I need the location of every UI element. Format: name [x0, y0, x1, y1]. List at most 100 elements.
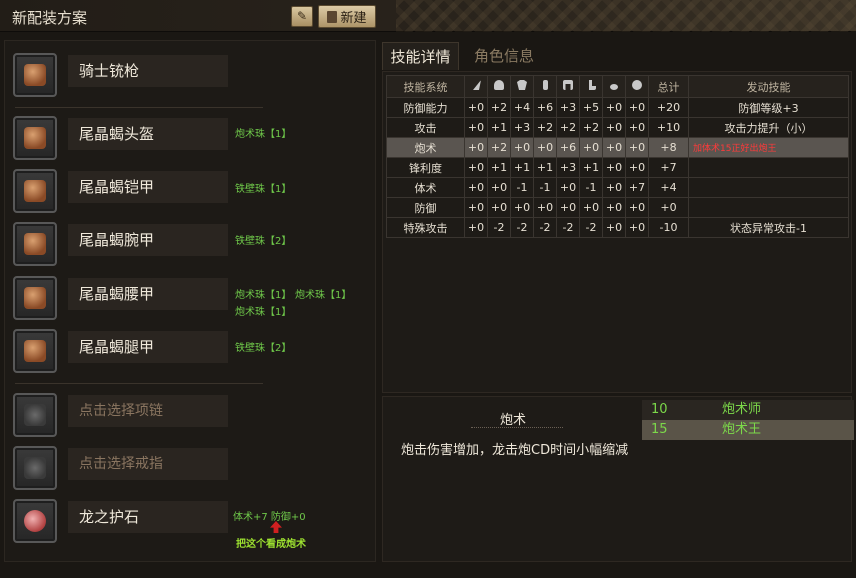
divider — [15, 383, 263, 384]
skill-value-cell: -1 — [510, 177, 534, 198]
chest-armor-icon — [13, 169, 57, 213]
pencil-icon: ✎ — [296, 9, 308, 23]
skill-value-cell: +0 — [464, 117, 488, 138]
skill-value-cell: -2 — [533, 217, 557, 238]
tab-skill-details[interactable]: 技能详情 — [382, 42, 459, 70]
header-activated-skill: 发动技能 — [688, 75, 849, 98]
skill-value-cell: +0 — [464, 197, 488, 218]
skill-level-points: 15 — [651, 422, 668, 437]
skill-value-cell: +0 — [625, 117, 649, 138]
skill-level-points: 10 — [651, 402, 668, 417]
skill-value-cell: -2 — [487, 217, 511, 238]
edit-button[interactable]: ✎ — [291, 6, 313, 27]
skill-value-cell: +0 — [625, 137, 649, 158]
header-chest — [510, 75, 534, 98]
skill-value-cell: +3 — [510, 117, 534, 138]
skill-value-cell: +2 — [579, 117, 603, 138]
table-row[interactable]: 炮术 +0 +2 +0 +0 +6 +0 +0 +0 +8 加体术15正好出炮王 — [386, 137, 849, 158]
skill-value-cell: +0 — [464, 97, 488, 118]
activated-skill-cell — [688, 197, 849, 218]
skill-total-cell: +8 — [648, 137, 689, 158]
skill-name-cell: 体术 — [386, 177, 465, 198]
activated-skill-cell: 状态异常攻击-1 — [688, 217, 849, 238]
header-weapon — [464, 75, 488, 98]
skill-level-row: 15 炮术王 — [642, 420, 854, 440]
necklace-icon — [610, 84, 618, 90]
header-waist — [556, 75, 580, 98]
skill-value-cell: +0 — [556, 197, 580, 218]
table-row[interactable]: 防御 +0 +0 +0 +0 +0 +0 +0 +0 +0 — [386, 197, 849, 218]
skill-value-cell: +0 — [625, 217, 649, 238]
helmet-icon — [13, 116, 57, 160]
table-row[interactable]: 特殊攻击 +0 -2 -2 -2 -2 -2 +0 +0 -10 状态异常攻击-1 — [386, 217, 849, 238]
skill-value-cell: +0 — [625, 97, 649, 118]
skill-value-cell: +0 — [487, 197, 511, 218]
table-row[interactable]: 锋利度 +0 +1 +1 +1 +3 +1 +0 +0 +7 — [386, 157, 849, 178]
jewel-label: 铁壁珠【2】 — [235, 236, 292, 247]
header-helmet — [487, 75, 511, 98]
tab-character-info[interactable]: 角色信息 — [464, 42, 544, 70]
skill-value-cell: +0 — [602, 97, 626, 118]
ring-slot[interactable]: 点击选择戒指 — [13, 446, 373, 496]
armor-slot-legs[interactable]: 尾晶蝎腿甲 — [13, 329, 373, 379]
table-row[interactable]: 体术 +0 +0 -1 -1 +0 -1 +0 +7 +4 — [386, 177, 849, 198]
armor-name: 尾晶蝎头盔 — [68, 118, 228, 150]
armor-slot-chest[interactable]: 尾晶蝎铠甲 — [13, 169, 373, 219]
charm-slot[interactable]: 龙之护石 — [13, 499, 373, 549]
skill-value-cell: +2 — [487, 137, 511, 158]
skill-value-cell: +1 — [487, 157, 511, 178]
activated-skill-cell: 防御等级+3 — [688, 97, 849, 118]
skill-value-cell: +0 — [510, 137, 534, 158]
skill-level-name: 炮术王 — [722, 422, 762, 437]
activated-skill-cell — [688, 177, 849, 198]
skill-value-cell: +0 — [464, 157, 488, 178]
activated-skill-cell: 加体术15正好出炮王 — [688, 137, 849, 158]
skill-value-cell: -1 — [533, 177, 557, 198]
charm-skills: 体术+7 防御+0 — [233, 512, 306, 523]
weapon-slot[interactable]: 骑士铳枪 — [13, 53, 373, 103]
skill-panel: 技能详情 角色信息 技能系统 总计 发动技能 防御能力 +0 +2 +4 +6 … — [380, 40, 854, 562]
divider — [15, 107, 263, 108]
armor-slot-arms[interactable]: 尾晶蝎腕甲 — [13, 222, 373, 272]
legs-icon — [589, 80, 596, 90]
skill-total-cell: +0 — [648, 197, 689, 218]
skill-value-cell: -1 — [579, 177, 603, 198]
necklace-placeholder: 点击选择项链 — [68, 395, 228, 427]
skill-value-cell: +1 — [579, 157, 603, 178]
leg-armor-icon — [13, 329, 57, 373]
skill-table: 技能系统 总计 发动技能 防御能力 +0 +2 +4 +6 +3 +5 +0 +0 +20 防御等级… — [386, 75, 849, 238]
header-arm — [533, 75, 557, 98]
necklace-slot[interactable]: 点击选择项链 — [13, 393, 373, 443]
activated-skill-cell — [688, 157, 849, 178]
table-row[interactable]: 防御能力 +0 +2 +4 +6 +3 +5 +0 +0 +20 防御等级+3 — [386, 97, 849, 118]
necklace-icon — [13, 393, 57, 437]
activated-skill-cell: 攻击力提升（小） — [688, 117, 849, 138]
skill-value-cell: +2 — [533, 117, 557, 138]
armor-slot-waist[interactable]: 尾晶蝎腰甲 — [13, 276, 373, 326]
skill-value-cell: +0 — [464, 217, 488, 238]
skill-level-row: 10 炮术师 — [642, 400, 854, 420]
header-skill-system: 技能系统 — [386, 75, 465, 98]
armor-name: 尾晶蝎腕甲 — [68, 224, 228, 256]
armor-name: 尾晶蝎铠甲 — [68, 171, 228, 203]
skill-value-cell: -2 — [510, 217, 534, 238]
skill-description: 炮击伤害增加，龙击炮CD时间小幅缩减 — [401, 443, 629, 458]
jewel-label: 炮术珠【1】 — [235, 307, 292, 318]
arm-icon — [542, 80, 548, 90]
skill-value-cell: +0 — [625, 197, 649, 218]
chest-icon — [517, 80, 527, 90]
armor-slot-head[interactable]: 尾晶蝎头盔 — [13, 116, 373, 166]
skill-total-cell: -10 — [648, 217, 689, 238]
new-button[interactable]: 新建 — [318, 5, 376, 28]
skill-value-cell: +0 — [556, 177, 580, 198]
divider — [471, 427, 563, 428]
skill-value-cell: +0 — [602, 217, 626, 238]
weapon-name: 骑士铳枪 — [68, 55, 228, 87]
skill-value-cell: +0 — [625, 157, 649, 178]
equipment-panel: 骑士铳枪 尾晶蝎头盔 炮术珠【1】 尾晶蝎铠甲 铁壁珠【1】 尾晶蝎腕甲 铁壁珠… — [4, 40, 376, 562]
skill-value-cell: +0 — [579, 137, 603, 158]
title-bar: 新配装方案 ✎ 新建 — [0, 0, 856, 32]
new-button-label: 新建 — [340, 11, 367, 26]
table-row[interactable]: 攻击 +0 +1 +3 +2 +2 +2 +0 +0 +10 攻击力提升（小） — [386, 117, 849, 138]
skill-value-cell: +0 — [533, 137, 557, 158]
